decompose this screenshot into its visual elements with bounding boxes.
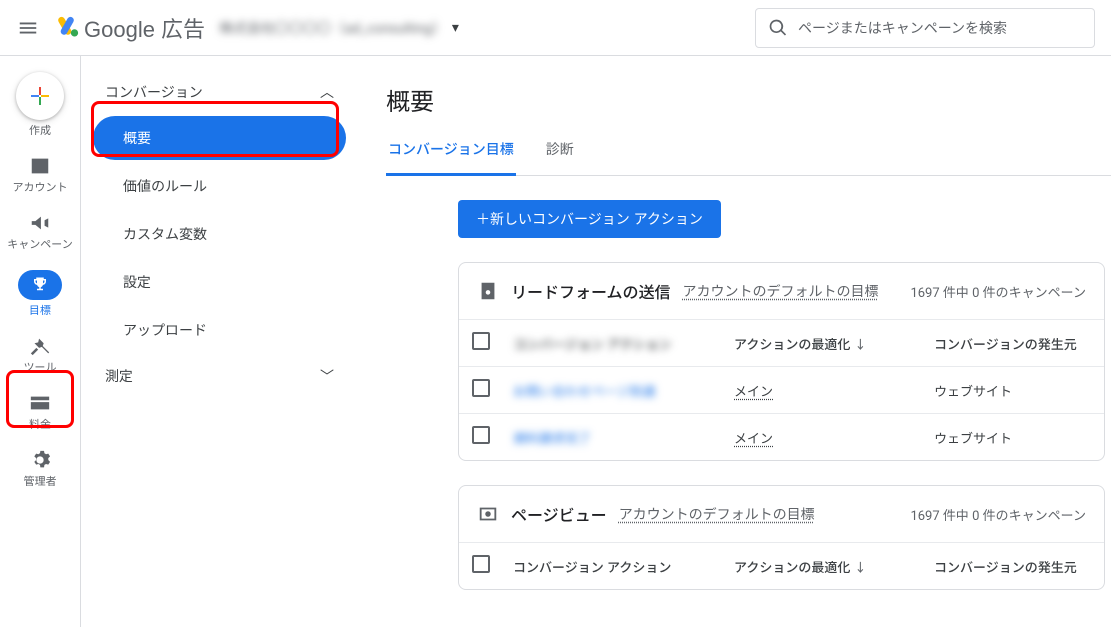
trophy-chip xyxy=(18,270,62,300)
row-checkbox[interactable] xyxy=(472,426,490,444)
goal-table: コンバージョン アクション アクションの最適化 コンバージョンの発生元 xyxy=(459,542,1104,589)
goal-card-pageview: ページビュー アカウントのデフォルトの目標 1697 件中 0 件のキャンペーン… xyxy=(458,485,1105,590)
gear-icon xyxy=(29,449,51,471)
account-dropdown[interactable]: ▾ xyxy=(452,20,459,36)
nav-custom-vars-label: カスタム変数 xyxy=(123,224,207,244)
chevron-down-icon: ﹀ xyxy=(320,366,334,386)
tab-conversion-goals[interactable]: コンバージョン目標 xyxy=(386,139,516,176)
leadform-icon xyxy=(477,280,499,302)
side-nav: コンバージョン ︿ 概要 価値のルール カスタム変数 設定 アップロード 測定 … xyxy=(80,56,358,627)
rail-billing[interactable]: 料金 xyxy=(4,390,76,433)
nav-upload-label: アップロード xyxy=(123,320,207,340)
goal-card-title: リードフォームの送信 xyxy=(511,279,671,303)
rail-goals[interactable]: 目標 xyxy=(4,268,76,319)
nav-section-measure[interactable]: 測定 ﹀ xyxy=(93,356,346,396)
table-row[interactable]: 資料請求完了 メイン ウェブサイト xyxy=(459,414,1104,461)
search-box[interactable] xyxy=(755,8,1095,48)
col-source[interactable]: コンバージョンの発生元 xyxy=(924,320,1104,367)
rail-account[interactable]: アカウント xyxy=(4,153,76,196)
rail-admin[interactable]: 管理者 xyxy=(4,447,76,490)
col-name[interactable]: コンバージョン アクション xyxy=(513,338,671,353)
hamburger-icon xyxy=(17,17,39,39)
trophy-icon xyxy=(31,276,49,294)
nav-overview-label: 概要 xyxy=(123,128,151,148)
rail-billing-label: 料金 xyxy=(29,418,51,431)
nav-conversion-label: コンバージョン xyxy=(105,82,203,102)
goal-card-stats: 1697 件中 0 件のキャンペーン xyxy=(910,282,1086,301)
goal-card-subtitle[interactable]: アカウントのデフォルトの目標 xyxy=(619,504,815,524)
goal-card-lead-form: リードフォームの送信 アカウントのデフォルトの目標 1697 件中 0 件のキャ… xyxy=(458,262,1105,461)
chevron-up-icon: ︿ xyxy=(320,82,334,102)
brand-label: Google 広告 xyxy=(84,12,205,44)
account-name: 株式会社〇〇〇〇（ad_consulting） xyxy=(219,18,446,38)
nav-value-rules-label: 価値のルール xyxy=(123,176,207,196)
row-src: ウェブサイト xyxy=(924,367,1104,414)
nav-item-custom-vars[interactable]: カスタム変数 xyxy=(93,212,346,256)
rail-tools-label: ツール xyxy=(24,361,57,374)
rail-tools[interactable]: ツール xyxy=(4,333,76,376)
row-opt[interactable]: メイン xyxy=(734,432,773,447)
page-title: 概要 xyxy=(386,82,1111,117)
row-src: ウェブサイト xyxy=(924,414,1104,461)
nav-item-overview[interactable]: 概要 xyxy=(93,116,346,160)
plus-icon xyxy=(28,84,52,108)
top-bar: Google 広告 株式会社〇〇〇〇（ad_consulting） ▾ xyxy=(0,0,1111,56)
search-icon xyxy=(768,18,788,38)
table-header-row: コンバージョン アクション アクションの最適化 コンバージョンの発生元 xyxy=(459,320,1104,367)
rail-campaigns-label: キャンペーン xyxy=(7,238,72,251)
tab-diagnostics[interactable]: 診断 xyxy=(544,139,576,175)
goal-card-title: ページビュー xyxy=(511,502,607,526)
select-all-checkbox[interactable] xyxy=(472,555,490,573)
col-optimization[interactable]: アクションの最適化 xyxy=(724,543,924,590)
table-row[interactable]: お問い合わせページ到達 メイン ウェブサイト xyxy=(459,367,1104,414)
col-source[interactable]: コンバージョンの発生元 xyxy=(924,543,1104,590)
table-header-row: コンバージョン アクション アクションの最適化 コンバージョンの発生元 xyxy=(459,543,1104,590)
menu-button[interactable] xyxy=(4,4,52,52)
rail-campaigns[interactable]: キャンペーン xyxy=(4,210,76,253)
search-input[interactable] xyxy=(796,19,1082,37)
rail-admin-label: 管理者 xyxy=(24,475,57,488)
rail-account-label: アカウント xyxy=(13,181,68,194)
rail-create-label: 作成 xyxy=(29,124,51,137)
nav-measure-label: 測定 xyxy=(105,366,133,386)
pageview-icon xyxy=(477,503,499,525)
tools-icon xyxy=(29,335,51,357)
rail-create[interactable]: 作成 xyxy=(4,70,76,139)
select-all-checkbox[interactable] xyxy=(472,332,490,350)
plus-button[interactable] xyxy=(16,72,64,120)
goal-table: コンバージョン アクション アクションの最適化 コンバージョンの発生元 お問い合… xyxy=(459,319,1104,460)
account-icon xyxy=(29,155,51,177)
nav-item-value-rules[interactable]: 価値のルール xyxy=(93,164,346,208)
rail-goals-label: 目標 xyxy=(29,304,51,317)
card-icon xyxy=(29,392,51,414)
nav-settings-label: 設定 xyxy=(123,272,151,292)
col-name[interactable]: コンバージョン アクション xyxy=(503,543,724,590)
main-panel: 概要 コンバージョン目標 診断 ＋新しいコンバージョン アクション リードフォー… xyxy=(358,56,1111,627)
left-rail: 作成 アカウント キャンペーン 目標 ツール 料金 管理者 xyxy=(0,56,80,627)
nav-item-settings[interactable]: 設定 xyxy=(93,260,346,304)
goal-card-stats: 1697 件中 0 件のキャンペーン xyxy=(910,505,1086,524)
col-optimization[interactable]: アクションの最適化 xyxy=(724,320,924,367)
nav-section-conversion[interactable]: コンバージョン ︿ xyxy=(93,72,346,112)
row-opt[interactable]: メイン xyxy=(734,385,773,400)
goal-card-subtitle[interactable]: アカウントのデフォルトの目標 xyxy=(683,281,879,301)
row-name[interactable]: 資料請求完了 xyxy=(513,432,591,447)
row-checkbox[interactable] xyxy=(472,379,490,397)
new-conversion-action-button[interactable]: ＋新しいコンバージョン アクション xyxy=(458,200,721,238)
row-name[interactable]: お問い合わせページ到達 xyxy=(513,385,656,400)
google-ads-logo-icon xyxy=(52,14,80,42)
nav-item-upload[interactable]: アップロード xyxy=(93,308,346,352)
megaphone-icon xyxy=(29,212,51,234)
tab-bar: コンバージョン目標 診断 xyxy=(386,139,1111,176)
